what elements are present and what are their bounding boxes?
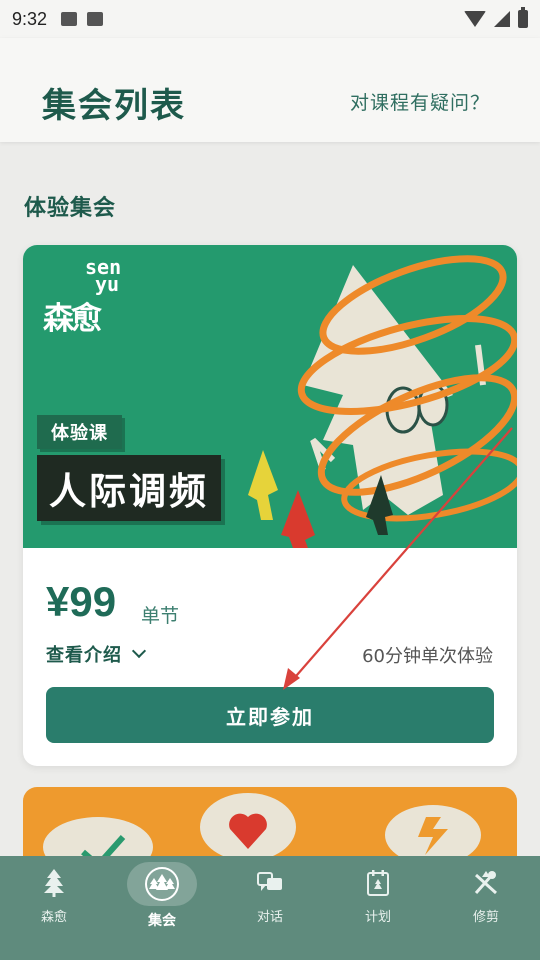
nav-item-gathering[interactable]: 集会 [112,862,212,940]
nav-label: 修剪 [472,910,499,925]
section-title: 体验集会 [24,196,117,221]
font-notification-icon [87,12,104,26]
logo-chinese: 森愈 [43,301,102,337]
chat-icon [255,868,285,898]
price-unit: 单节 [141,605,180,627]
nav-item-senyu[interactable]: 森愈 [4,868,104,940]
nav-label: 对话 [256,910,283,925]
nav-item-plan[interactable]: 计划 [328,868,428,940]
course-question-link[interactable]: 对课程有疑问？ [350,88,490,115]
wifi-icon [464,11,486,27]
course-card[interactable]: sen yu 森愈 体验课 人际调频 ¥99 单节 查看介绍 60分钟单次体验 … [23,245,517,766]
chevron-down-icon [131,643,147,659]
course-price: ¥99 [46,578,117,625]
logo-latin: sen yu [85,257,121,294]
forest-circle-icon [127,862,197,906]
nav-item-pruning[interactable]: 修剪 [436,868,536,940]
view-intro-label: 查看介绍 [46,645,122,666]
status-time: 9:32 [12,8,48,29]
nav-label: 森愈 [40,910,67,925]
battery-icon [518,7,528,28]
course-name: 人际调频 [37,455,221,521]
plan-icon [363,868,393,898]
app-header: 集会列表 对课程有疑问？ [0,38,540,142]
course-banner[interactable]: sen yu 森愈 体验课 人际调频 [23,245,517,548]
nav-item-chat[interactable]: 对话 [220,868,320,940]
page-title: 集会列表 [42,86,186,126]
signal-icon [494,11,510,27]
join-now-button[interactable]: 立即参加 [46,687,494,743]
nav-label: 集会 [148,913,176,929]
course-duration: 60分钟单次体验 [362,646,493,667]
nav-label: 计划 [364,910,391,925]
bottom-nav: 森愈 集会 对话 计划 修剪 [0,856,540,960]
tree-icon [39,868,69,898]
pruning-icon [471,868,501,898]
image-notification-icon [61,12,78,26]
status-bar: 9:32 [0,0,540,38]
view-intro-link[interactable]: 查看介绍 [46,641,147,667]
course-type-tag: 体验课 [37,415,122,449]
